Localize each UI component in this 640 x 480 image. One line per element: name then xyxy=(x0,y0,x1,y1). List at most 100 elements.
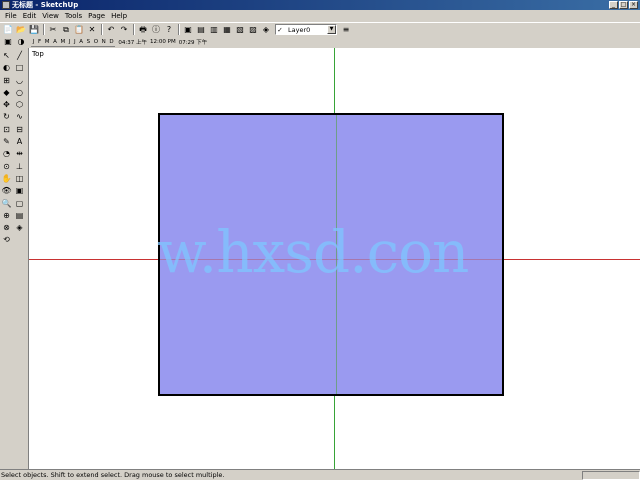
text-icon[interactable]: A xyxy=(13,136,26,148)
palette-empty-slot xyxy=(13,234,26,246)
tool-palette-row: ◔ ⇹ xyxy=(0,148,28,160)
app-icon[interactable] xyxy=(2,1,10,9)
open-folder-icon[interactable]: 📂 xyxy=(15,24,27,36)
layers-icon[interactable]: ≡ xyxy=(340,24,352,36)
circle-icon[interactable]: ○ xyxy=(13,87,26,99)
undo-icon[interactable]: ↶ xyxy=(105,24,117,36)
toolbar-separator xyxy=(101,24,103,35)
tool-palette-row: 🔍 ▢ xyxy=(0,198,28,210)
line-pencil-icon[interactable]: ╱ xyxy=(13,50,26,62)
tool-palette-row: ✋ ◫ xyxy=(0,173,28,185)
copy-icon[interactable]: ⧉ xyxy=(60,24,72,36)
zoom-extents-icon[interactable]: ⊗ xyxy=(0,222,13,234)
cut-icon[interactable]: ✂ xyxy=(47,24,59,36)
month-label: S xyxy=(86,38,91,45)
month-label: M xyxy=(60,38,66,45)
menu-bar: File Edit View Tools Page Help xyxy=(0,10,640,22)
whats-this-icon[interactable]: ? xyxy=(163,24,175,36)
view-right-icon[interactable]: ▤ xyxy=(13,210,26,222)
maximize-button[interactable]: □ xyxy=(619,1,628,9)
new-file-icon[interactable]: 📄 xyxy=(2,24,14,36)
erase-icon[interactable]: ✕ xyxy=(86,24,98,36)
standard-toolbar: 📄 📂 💾 ✂ ⧉ 📋 ✕ ↶ ↷ 🖶 ⓘ ? ▣ ▤ ▥ ▦ ▧ ▨ ◈ ✓ … xyxy=(0,22,640,36)
tape-measure-icon[interactable]: ✎ xyxy=(0,136,13,148)
layer-name: Layer0 xyxy=(288,25,311,34)
month-label: F xyxy=(38,38,42,45)
model-info-icon[interactable]: ⓘ xyxy=(150,24,162,36)
component-icon[interactable]: ⊞ xyxy=(0,75,13,87)
tool-palette-row: ◆ ○ xyxy=(0,87,28,99)
tool-palette-row: ↻ ∿ xyxy=(0,111,28,123)
view-right-icon[interactable]: ▦ xyxy=(221,24,233,36)
walk-icon[interactable]: ✋ xyxy=(0,173,13,185)
shadow-settings-icon[interactable]: ▣ xyxy=(2,36,14,48)
select-arrow-icon[interactable]: ↖ xyxy=(0,50,13,62)
rectangle-icon[interactable]: □ xyxy=(13,62,26,74)
freehand-icon[interactable]: ∿ xyxy=(13,111,26,123)
value-control-box[interactable] xyxy=(582,470,640,480)
month-label: M xyxy=(44,38,50,45)
view-top-icon[interactable]: ▤ xyxy=(195,24,207,36)
save-icon[interactable]: 💾 xyxy=(28,24,40,36)
tool-palette-row: ✎ A xyxy=(0,136,28,148)
shadow-toggle-icon[interactable]: ◑ xyxy=(15,36,27,48)
toolbar-separator xyxy=(43,24,45,35)
view-front-icon[interactable]: ▢ xyxy=(13,198,26,210)
print-icon[interactable]: 🖶 xyxy=(137,24,149,36)
zoom-icon[interactable]: 🔍 xyxy=(0,198,13,210)
view-top-icon[interactable]: ▣ xyxy=(13,185,26,197)
month-label: D xyxy=(109,38,114,45)
tool-palette-row: ⊙ ⊥ xyxy=(0,161,28,173)
camera-icon[interactable]: ▣ xyxy=(182,24,194,36)
tool-palette-row: 👁 ▣ xyxy=(0,185,28,197)
tool-palette-row: ↖ ╱ xyxy=(0,50,28,62)
section-icon[interactable]: ◫ xyxy=(13,173,26,185)
check-icon: ✓ xyxy=(277,25,283,34)
chevron-down-icon[interactable]: ▼ xyxy=(327,25,336,34)
month-slider[interactable]: J F M A M J J A S O N D xyxy=(31,37,116,47)
view-back-icon[interactable]: ▧ xyxy=(234,24,246,36)
close-button[interactable]: × xyxy=(629,1,638,9)
push-pull-icon[interactable]: ⊟ xyxy=(13,124,26,136)
window-controls: _ □ × xyxy=(609,1,638,9)
polygon-icon[interactable]: ⬡ xyxy=(13,99,26,111)
tool-palette-row: ⊞ ◡ xyxy=(0,75,28,87)
title-bar[interactable]: 无标题 - SketchUp _ □ × xyxy=(0,0,640,10)
redo-icon[interactable]: ↷ xyxy=(118,24,130,36)
window-title: 无标题 - SketchUp xyxy=(12,1,79,9)
watermark: w.hxsd.con xyxy=(157,218,469,286)
month-label: N xyxy=(101,38,106,45)
layer-dropdown[interactable]: ✓ Layer0 ▼ xyxy=(275,24,337,35)
view-left-icon[interactable]: ▨ xyxy=(247,24,259,36)
menu-tools[interactable]: Tools xyxy=(62,10,85,22)
menu-page[interactable]: Page xyxy=(85,10,108,22)
look-around-icon[interactable]: 👁 xyxy=(0,185,13,197)
menu-help[interactable]: Help xyxy=(108,10,130,22)
orbit-icon[interactable]: ⊙ xyxy=(0,161,13,173)
rotate-icon[interactable]: ↻ xyxy=(0,111,13,123)
scale-icon[interactable]: ⊡ xyxy=(0,124,13,136)
month-label: O xyxy=(93,38,99,45)
minimize-button[interactable]: _ xyxy=(609,1,618,9)
eraser-icon[interactable]: ◆ xyxy=(0,87,13,99)
protractor-icon[interactable]: ◔ xyxy=(0,148,13,160)
drawing-viewport[interactable]: Top w.hxsd.con xyxy=(28,48,640,469)
dimension-icon[interactable]: ⇹ xyxy=(13,148,26,160)
view-iso-icon[interactable]: ◈ xyxy=(260,24,272,36)
toolbar-separator xyxy=(178,24,180,35)
axes-icon[interactable]: ⊥ xyxy=(13,161,26,173)
menu-view[interactable]: View xyxy=(39,10,62,22)
noon-time: 12:00 PM xyxy=(150,39,176,45)
paste-icon[interactable]: 📋 xyxy=(73,24,85,36)
view-iso-icon[interactable]: ◈ xyxy=(13,222,26,234)
menu-file[interactable]: File xyxy=(2,10,20,22)
arc-icon[interactable]: ◡ xyxy=(13,75,26,87)
view-front-icon[interactable]: ▥ xyxy=(208,24,220,36)
paint-bucket-icon[interactable]: ◐ xyxy=(0,62,13,74)
menu-edit[interactable]: Edit xyxy=(20,10,40,22)
move-icon[interactable]: ✥ xyxy=(0,99,13,111)
previous-view-icon[interactable]: ⟲ xyxy=(0,234,13,246)
zoom-window-icon[interactable]: ⊕ xyxy=(0,210,13,222)
shadow-toolbar: ▣ ◑ J F M A M J J A S O N D 04:37 上午 12:… xyxy=(0,36,640,48)
status-message: Select objects. Shift to extend select. … xyxy=(1,471,225,479)
